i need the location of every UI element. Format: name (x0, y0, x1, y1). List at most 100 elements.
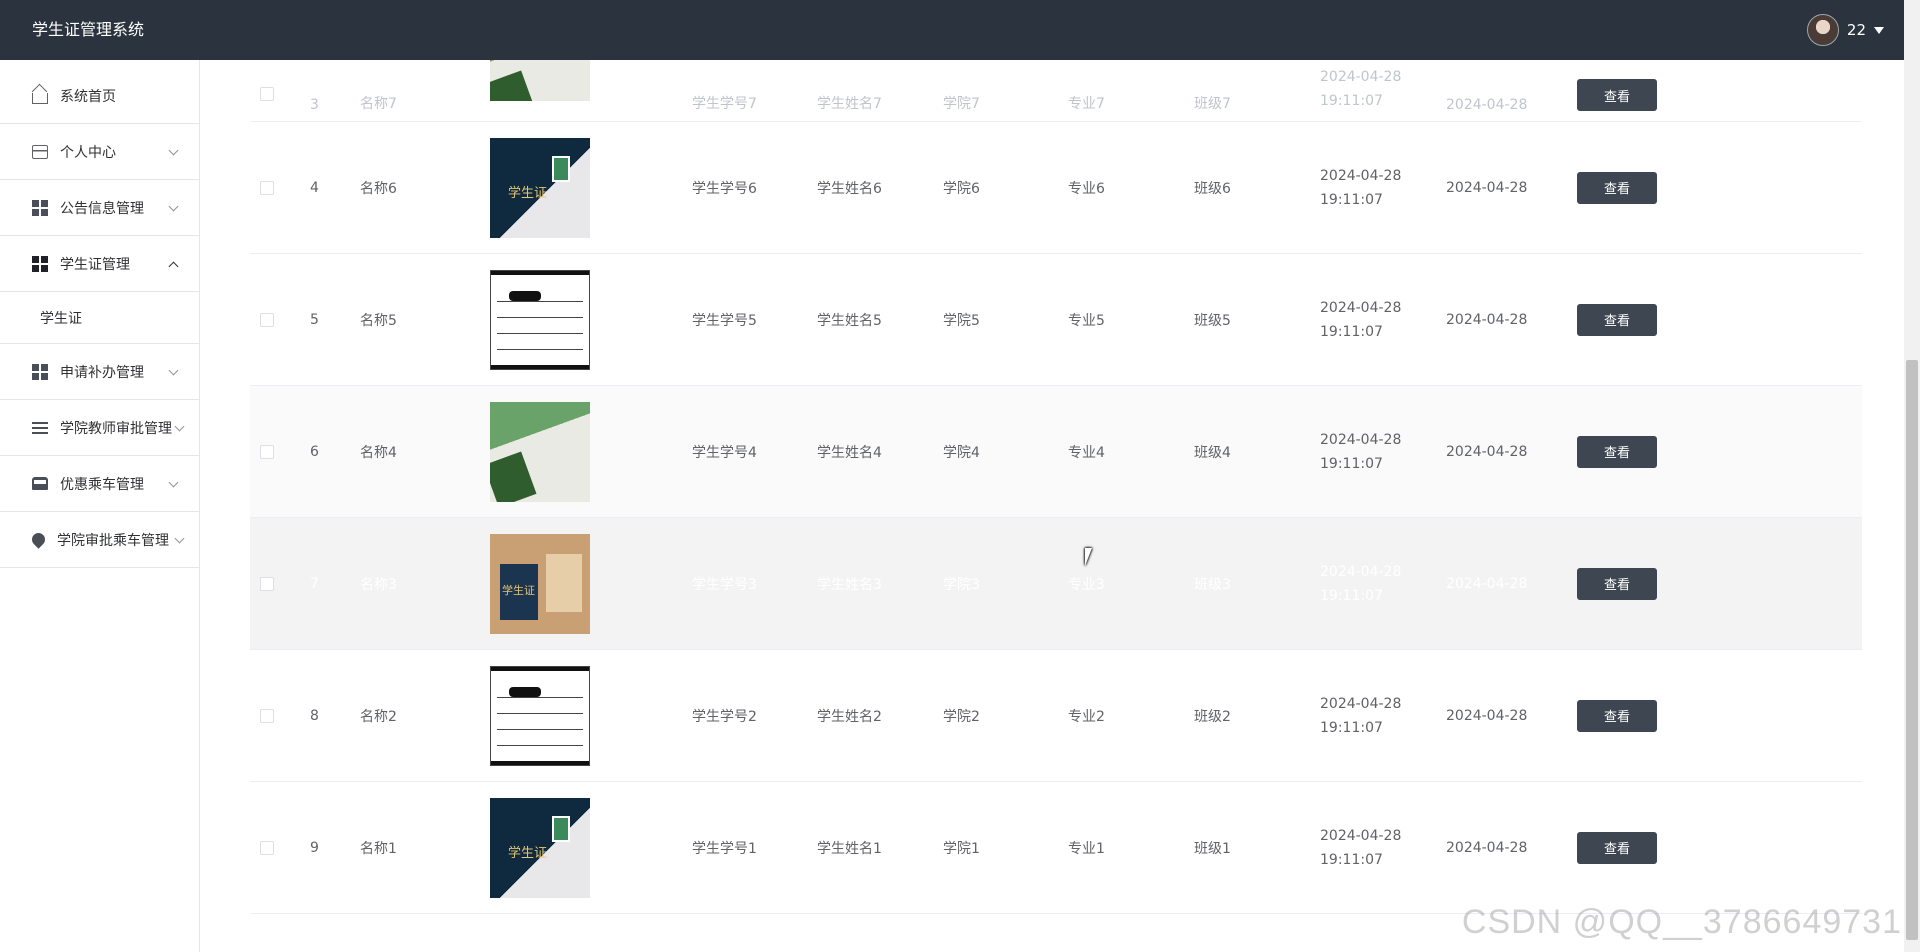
row-major: 专业2 (1068, 708, 1105, 725)
row-class: 班级5 (1194, 312, 1231, 329)
app-title: 学生证管理系统 (32, 20, 145, 39)
row-college: 学院4 (943, 444, 980, 461)
student-card-image[interactable] (490, 665, 590, 766)
view-button[interactable]: 查看 (1577, 831, 1657, 864)
sidebar-item-label: 学院教师审批管理 (60, 420, 172, 437)
card-icon (32, 144, 48, 159)
row-checkbox[interactable] (260, 840, 274, 855)
row-checkbox[interactable] (260, 312, 274, 327)
row-checkbox[interactable] (260, 180, 274, 195)
sidebar-item-label: 优惠乘车管理 (60, 476, 144, 493)
row-index: 8 (310, 707, 319, 724)
row-time: 2024-04-28 19:11:07 (1320, 69, 1402, 109)
row-checkbox[interactable] (260, 87, 274, 101)
row-class: 班级4 (1194, 444, 1231, 461)
student-card-image[interactable] (490, 60, 590, 101)
sidebar-subitem-student-card[interactable]: 学生证 (0, 292, 199, 344)
row-date: 2024-04-28 (1446, 97, 1528, 113)
sidebar-item-label: 公告信息管理 (60, 200, 144, 217)
row-checkbox[interactable] (260, 708, 274, 723)
row-date: 2024-04-28 (1446, 575, 1528, 592)
chevron-down-icon (168, 365, 179, 376)
row-checkbox[interactable] (260, 444, 274, 459)
row-time: 2024-04-28 19:11:07 (1320, 827, 1402, 868)
row-index: 4 (310, 179, 319, 196)
row-index: 9 (310, 839, 319, 856)
sidebar-item-reissue-management[interactable]: 申请补办管理 (0, 344, 199, 400)
row-date: 2024-04-28 (1446, 311, 1528, 328)
student-card-image[interactable]: 学生证 (490, 137, 590, 238)
table-row: 7 名称3 学生证 学生学号3 学生姓名3 学院3 专业3 班级3 2024-0… (250, 518, 1862, 650)
row-name: 名称6 (360, 180, 397, 197)
location-pin-icon (29, 530, 48, 549)
student-card-table: 3 名称7 学生学号7 学生姓名7 学院7 专业7 班级7 2024-04-28… (250, 60, 1862, 914)
row-major: 专业1 (1068, 840, 1105, 857)
sidebar-item-student-card-management[interactable]: 学生证管理 (0, 236, 199, 292)
row-student-id: 学生学号6 (692, 180, 757, 197)
row-class: 班级7 (1194, 96, 1231, 112)
sidebar-item-discount-ride[interactable]: 优惠乘车管理 (0, 456, 199, 512)
table-row: 5 名称5 学生学号5 学生姓名5 学院5 专业5 班级5 2024-04-28… (250, 254, 1862, 386)
row-student-name: 学生姓名4 (817, 444, 882, 461)
row-name: 名称4 (360, 444, 397, 461)
user-menu[interactable]: 22 (1806, 14, 1884, 46)
row-time: 2024-04-28 19:11:07 (1320, 431, 1402, 472)
sidebar-item-personal-center[interactable]: 个人中心 (0, 124, 199, 180)
caret-down-icon[interactable] (1874, 26, 1884, 34)
row-college: 学院2 (943, 708, 980, 725)
sidebar-item-home[interactable]: 系统首页 (0, 60, 199, 124)
view-button[interactable]: 查看 (1577, 79, 1657, 111)
sidebar-item-label: 学院审批乘车管理 (57, 532, 169, 549)
row-student-id: 学生学号2 (692, 708, 757, 725)
row-date: 2024-04-28 (1446, 839, 1528, 856)
student-card-image[interactable] (490, 269, 590, 370)
row-major: 专业6 (1068, 180, 1105, 197)
sidebar-item-label: 个人中心 (60, 144, 116, 161)
sidebar-item-college-ride-approval[interactable]: 学院审批乘车管理 (0, 512, 199, 568)
row-college: 学院5 (943, 312, 980, 329)
chevron-up-icon (168, 261, 179, 272)
table-row: 8 名称2 学生学号2 学生姓名2 学院2 专业2 班级2 2024-04-28… (250, 650, 1862, 782)
row-student-id: 学生学号7 (692, 96, 757, 112)
home-icon (32, 92, 48, 104)
view-button[interactable]: 查看 (1577, 699, 1657, 732)
chevron-down-icon (168, 477, 179, 488)
scrollbar-thumb[interactable] (1906, 360, 1918, 940)
row-class: 班级2 (1194, 708, 1231, 725)
sidebar-item-label: 申请补办管理 (60, 364, 144, 381)
grid-icon (32, 199, 48, 216)
row-student-name: 学生姓名7 (817, 96, 882, 112)
top-bar: 学生证管理系统 22 (0, 0, 1904, 60)
sidebar: 系统首页 个人中心 公告信息管理 学生证管理 学生证 申请补办管理 学院教师审批… (0, 60, 200, 952)
row-time: 2024-04-28 19:11:07 (1320, 299, 1402, 340)
view-button[interactable]: 查看 (1577, 567, 1657, 600)
row-date: 2024-04-28 (1446, 179, 1528, 196)
sidebar-subitem-label: 学生证 (40, 310, 82, 327)
row-checkbox[interactable] (260, 576, 274, 591)
view-button[interactable]: 查看 (1577, 171, 1657, 204)
row-class: 班级3 (1194, 576, 1231, 593)
watermark: CSDN @QQ__3786649731 (1461, 903, 1902, 941)
row-student-name: 学生姓名6 (817, 180, 882, 197)
grid-icon (32, 363, 48, 380)
view-button[interactable]: 查看 (1577, 435, 1657, 468)
mouse-cursor-icon (1085, 548, 1099, 566)
row-class: 班级6 (1194, 180, 1231, 197)
avatar[interactable] (1806, 14, 1839, 46)
row-index: 3 (310, 97, 319, 113)
student-card-image[interactable]: 学生证 (490, 533, 590, 634)
view-button[interactable]: 查看 (1577, 303, 1657, 336)
row-index: 6 (310, 443, 319, 460)
sidebar-item-teacher-approval[interactable]: 学院教师审批管理 (0, 400, 199, 456)
table-row: 9 名称1 学生证 学生学号1 学生姓名1 学院1 专业1 班级1 2024-0… (250, 782, 1862, 914)
student-card-image[interactable]: 学生证 (490, 797, 590, 898)
row-college: 学院7 (943, 96, 980, 112)
sidebar-item-notice-management[interactable]: 公告信息管理 (0, 180, 199, 236)
row-student-name: 学生姓名3 (817, 576, 882, 593)
student-card-image[interactable] (490, 401, 590, 502)
row-time: 2024-04-28 19:11:07 (1320, 563, 1402, 604)
chevron-down-icon (168, 145, 179, 156)
grid-icon (32, 255, 48, 272)
user-name[interactable]: 22 (1847, 21, 1866, 39)
row-name: 名称1 (360, 840, 397, 857)
